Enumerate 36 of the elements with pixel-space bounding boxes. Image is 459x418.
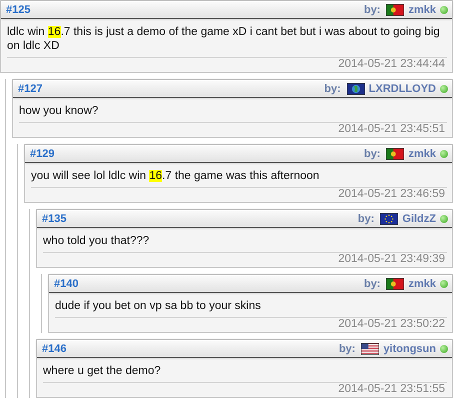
comment-text: you will see lol ldlc win 16.7 the game was this afternoon xyxy=(31,169,447,188)
flag-icon xyxy=(386,4,404,16)
comment-text: how you know? xyxy=(19,104,447,123)
by-label: by: xyxy=(338,342,356,354)
author-link[interactable]: LXRDLLOYD xyxy=(368,82,436,94)
by-label: by: xyxy=(364,148,380,160)
comment-number-link[interactable]: #129 xyxy=(30,148,54,160)
flag-icon xyxy=(386,148,404,160)
timestamp: 2014-05-21 23:51:55 xyxy=(337,383,446,397)
by-label: by: xyxy=(364,278,380,290)
comment-text: who told you that??? xyxy=(43,234,447,253)
author-link[interactable]: yitongsun xyxy=(383,342,436,354)
comment-number-link[interactable]: #146 xyxy=(42,342,66,354)
timestamp: 2014-05-21 23:50:22 xyxy=(337,318,446,332)
author-link[interactable]: zmkk xyxy=(408,148,436,160)
comment-number-link[interactable]: #140 xyxy=(54,278,78,290)
comment-number-link[interactable]: #135 xyxy=(42,212,66,224)
flag-icon xyxy=(361,342,380,354)
timestamp: 2014-05-21 23:46:59 xyxy=(337,188,446,202)
comment-text: dude if you bet on vp sa bb to your skins xyxy=(55,299,447,318)
author-link[interactable]: zmkk xyxy=(408,278,436,290)
comment-text: ldlc win 16.7 this is just a demo of the game xD i cant bet but i was about to going big on ldlc XD xyxy=(7,25,447,58)
by-label: by: xyxy=(358,212,374,224)
timestamp: 2014-05-21 23:44:44 xyxy=(337,58,446,72)
author-link[interactable]: zmkk xyxy=(408,4,436,16)
comment-number-link[interactable]: #127 xyxy=(18,82,42,94)
by-label: by: xyxy=(324,82,341,94)
comment-number-link[interactable]: #125 xyxy=(6,4,30,16)
timestamp: 2014-05-21 23:49:39 xyxy=(337,253,446,267)
flag-icon xyxy=(386,278,404,290)
by-label: by: xyxy=(364,4,380,16)
flag-icon xyxy=(380,212,398,224)
timestamp: 2014-05-21 23:45:51 xyxy=(337,123,446,137)
globe-icon xyxy=(346,82,365,94)
author-link[interactable]: GildzZ xyxy=(402,212,436,224)
comment-text: where u get the demo? xyxy=(43,364,447,383)
